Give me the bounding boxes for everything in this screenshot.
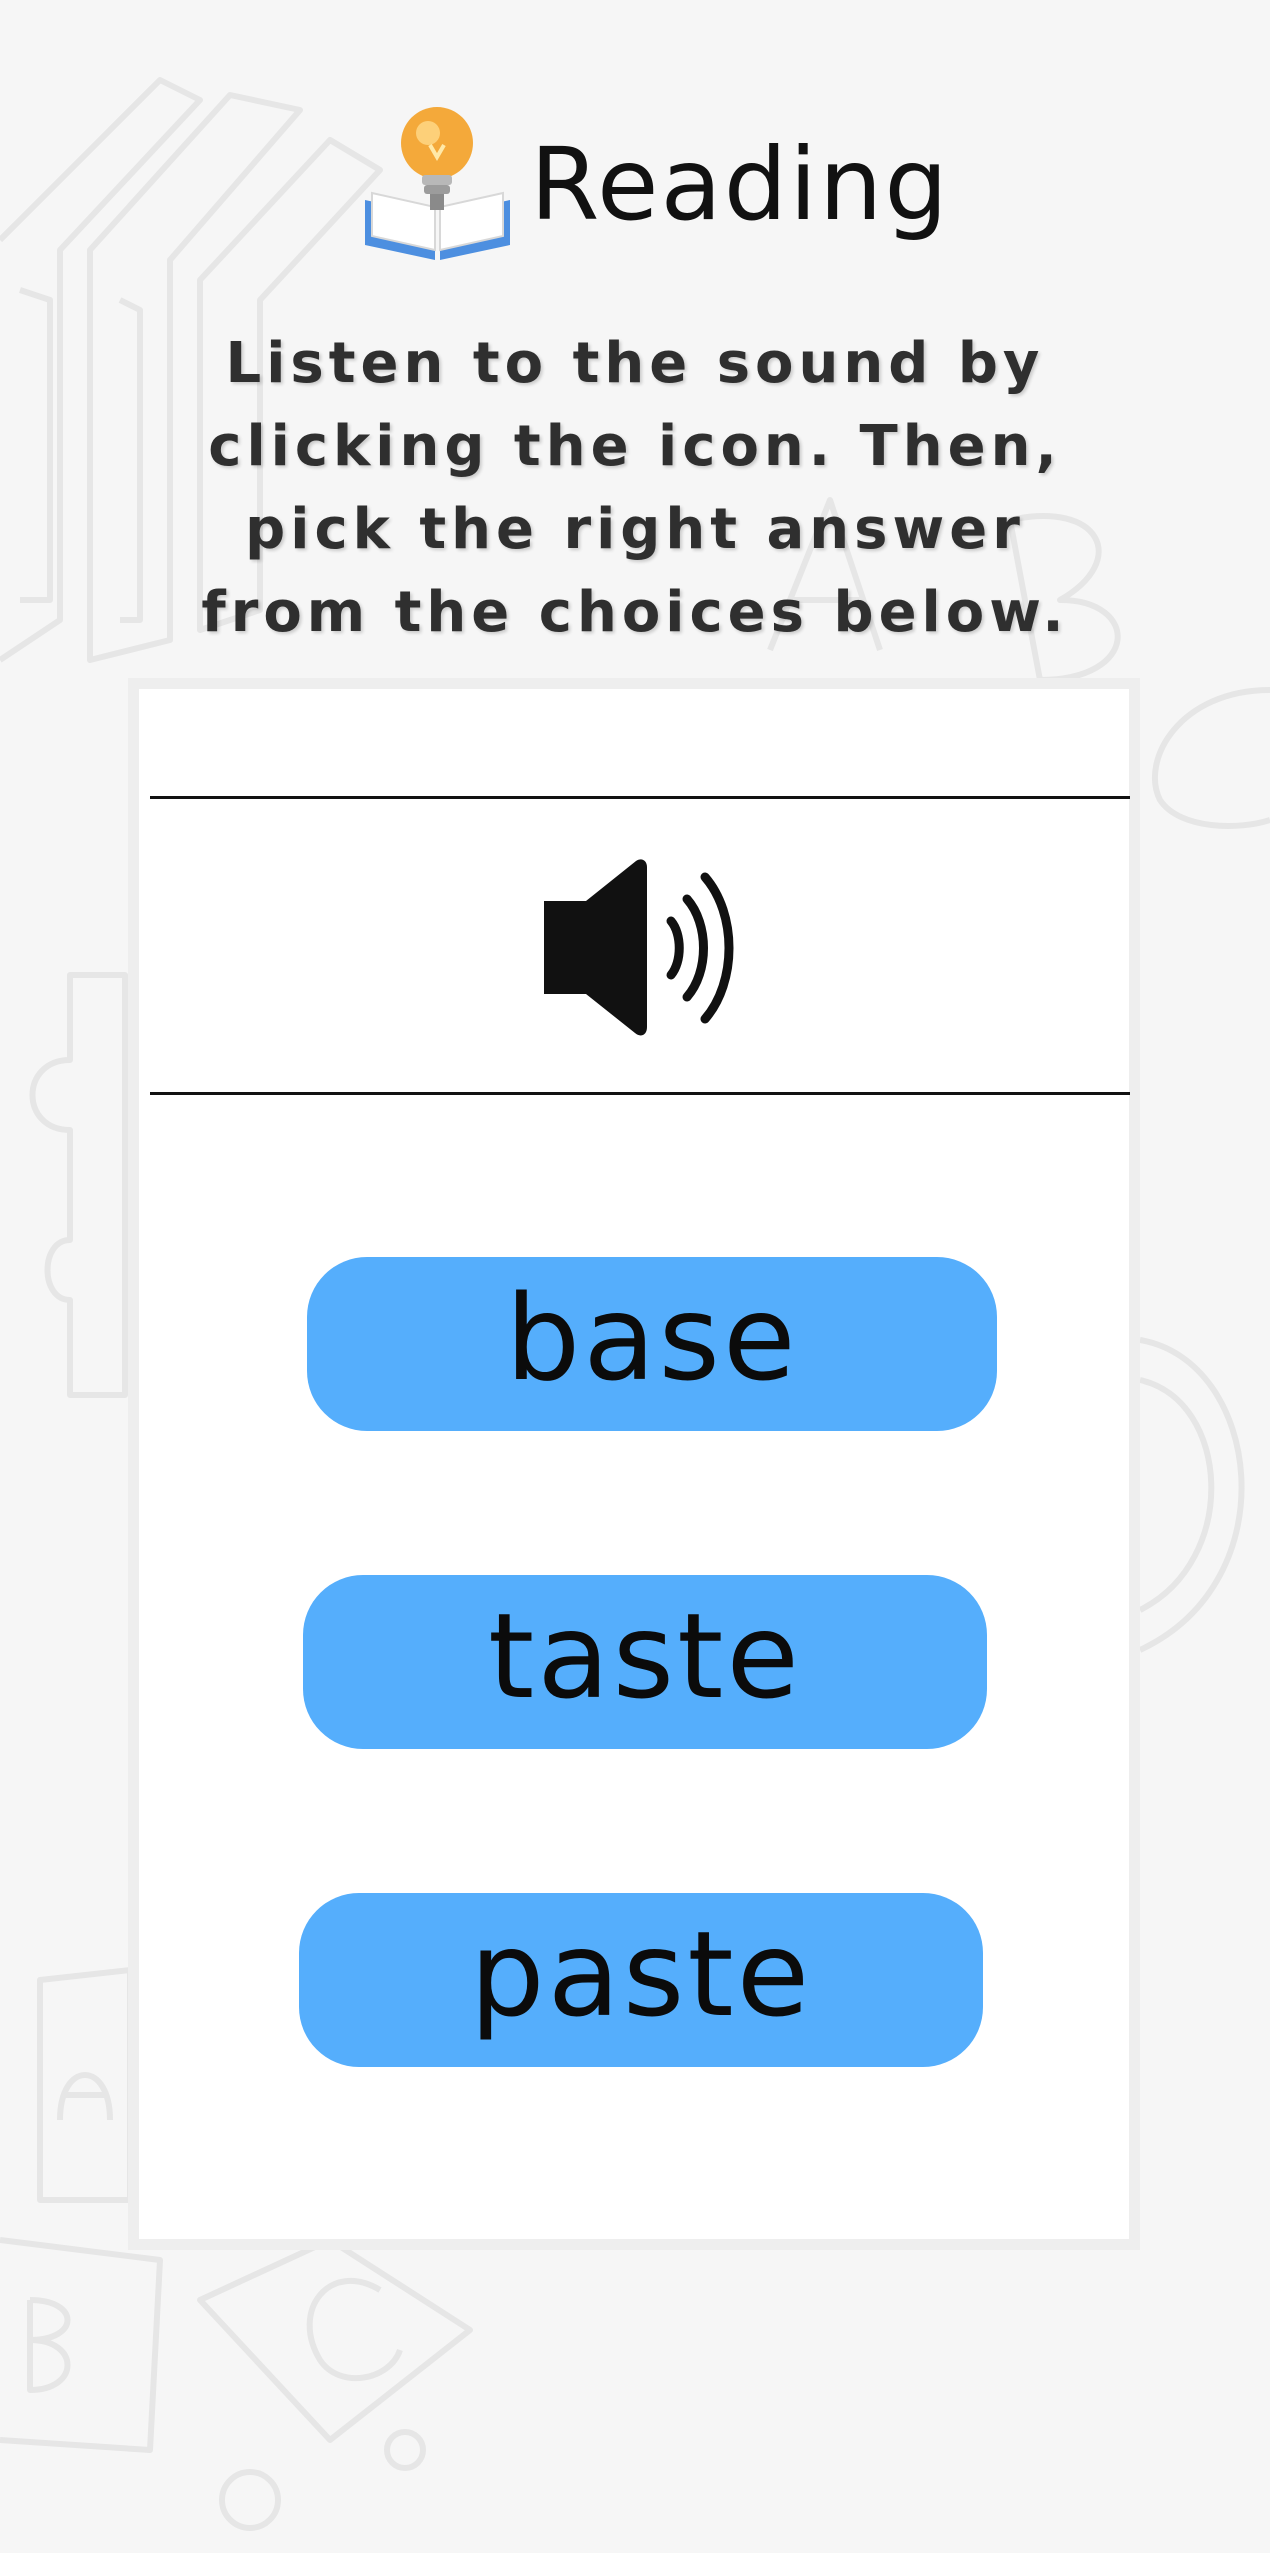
speaker-icon [544, 859, 734, 1036]
page-title: Reading [530, 126, 950, 243]
choice-button-paste[interactable]: paste [299, 1893, 983, 2067]
lightbulb-book-icon [360, 105, 515, 265]
instructions-text: Listen to the sound by clicking the icon… [201, 331, 1069, 645]
choice-label: base [505, 1269, 799, 1407]
question-card: base taste paste [128, 678, 1140, 2250]
divider-bottom [150, 1092, 1130, 1095]
choice-label: paste [469, 1905, 813, 2043]
choice-button-taste[interactable]: taste [303, 1575, 987, 1749]
page-header: Reading [0, 95, 1270, 265]
choice-label: taste [488, 1587, 802, 1725]
play-sound-button[interactable] [544, 859, 764, 1039]
divider-top [150, 796, 1130, 799]
choice-button-base[interactable]: base [307, 1257, 997, 1431]
